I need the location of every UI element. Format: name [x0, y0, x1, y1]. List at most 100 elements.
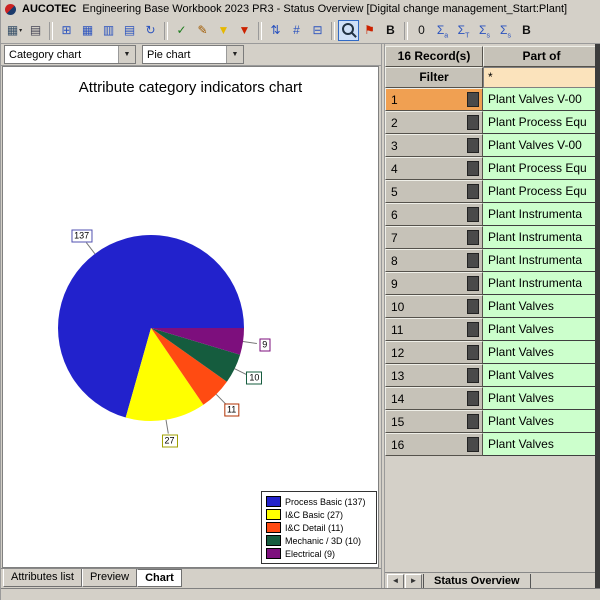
sum-table-icon[interactable]: ΣT [453, 20, 474, 41]
part-of-cell[interactable]: Plant Valves [483, 295, 600, 318]
table-rows-icon[interactable]: ▤ [119, 20, 140, 41]
part-of-cell[interactable]: Plant Valves [483, 387, 600, 410]
chart-style-combo[interactable]: Pie chart ▼ [142, 45, 244, 64]
table-link-icon[interactable]: ⊟ [307, 20, 328, 41]
part-of-cell[interactable]: Plant Valves V-00 [483, 134, 600, 157]
row-symbol-icon[interactable] [467, 437, 479, 452]
row-symbol-icon[interactable] [467, 138, 479, 153]
row-symbol-icon[interactable] [467, 276, 479, 291]
tab-chart[interactable]: Chart [137, 569, 182, 587]
legend-swatch [266, 535, 281, 546]
row-symbol-icon[interactable] [467, 345, 479, 360]
pie-value-label: 11 [224, 403, 239, 416]
row-header[interactable]: 2 [385, 111, 483, 134]
part-of-cell[interactable]: Plant Instrumenta [483, 226, 600, 249]
row-number: 1 [391, 93, 398, 107]
row-header[interactable]: 12 [385, 341, 483, 364]
tab-attributes-list[interactable]: Attributes list [3, 569, 82, 587]
row-header[interactable]: 3 [385, 134, 483, 157]
part-of-cell[interactable]: Plant Instrumenta [483, 249, 600, 272]
row-symbol-icon[interactable] [467, 115, 479, 130]
column-header-part-of[interactable]: Part of [483, 46, 600, 67]
renumber-icon[interactable]: # [286, 20, 307, 41]
part-of-cell[interactable]: Plant Valves [483, 341, 600, 364]
row-number: 4 [391, 162, 398, 176]
row-header[interactable]: 8 [385, 249, 483, 272]
table-panel: 16 Record(s) Part of Filter * 1 Plant Val… [385, 44, 600, 600]
row-symbol-icon[interactable] [467, 322, 479, 337]
pie-label-leader-line [235, 369, 248, 375]
sort-icon[interactable]: ⇅ [265, 20, 286, 41]
chevron-down-icon[interactable]: ▼ [118, 46, 135, 63]
part-of-cell[interactable]: Plant Valves [483, 364, 600, 387]
row-header[interactable]: 9 [385, 272, 483, 295]
validate-check-icon[interactable]: ✓ [171, 20, 192, 41]
part-of-cell[interactable]: Plant Process Equ [483, 157, 600, 180]
attachment-count-icon[interactable]: 0 [411, 20, 432, 41]
row-header[interactable]: 14 [385, 387, 483, 410]
part-of-cell[interactable]: Plant Valves [483, 433, 600, 456]
table-open-icon[interactable]: ▦ [77, 20, 98, 41]
row-header[interactable]: 10 [385, 295, 483, 318]
sum-attributes-icon[interactable]: Σa [432, 20, 453, 41]
status-bar [1, 588, 600, 600]
row-symbol-icon[interactable] [467, 184, 479, 199]
window-title: Engineering Base Workbook 2023 PR3 - Sta… [82, 3, 567, 15]
sum-sheet-icon[interactable]: Σs [495, 20, 516, 41]
filter-funnel-icon[interactable]: ▼ [213, 20, 234, 41]
part-of-cell[interactable]: Plant Process Equ [483, 111, 600, 134]
row-symbol-icon[interactable] [467, 230, 479, 245]
row-header[interactable]: 7 [385, 226, 483, 249]
tab-preview[interactable]: Preview [82, 569, 137, 587]
chart-legend: Process Basic (137)I&C Basic (27)I&C Det… [261, 491, 377, 564]
view-mode-icon[interactable]: ▦▾ [4, 20, 25, 41]
row-header[interactable]: 15 [385, 410, 483, 433]
bold-format-2-icon[interactable]: B [516, 20, 537, 41]
row-header[interactable]: 11 [385, 318, 483, 341]
table-columns-icon[interactable]: ▥ [98, 20, 119, 41]
table-refresh-icon[interactable]: ↻ [140, 20, 161, 41]
row-symbol-icon[interactable] [467, 161, 479, 176]
table-row: 6Plant Instrumenta [385, 203, 600, 226]
bold-format-icon[interactable]: B [380, 20, 401, 41]
legend-label: I&C Basic (27) [285, 510, 343, 520]
table-row: 16Plant Valves [385, 433, 600, 456]
part-of-cell[interactable]: Plant Process Equ [483, 180, 600, 203]
row-symbol-icon[interactable] [467, 253, 479, 268]
row-number: 13 [391, 369, 404, 383]
part-of-cell[interactable]: Plant Instrumenta [483, 272, 600, 295]
print-icon[interactable]: ▤ [25, 20, 46, 41]
toolbar-separator [49, 22, 53, 40]
row-header[interactable]: 6 [385, 203, 483, 226]
filter-header[interactable]: Filter [385, 67, 483, 88]
row-header[interactable]: 1 [385, 88, 483, 111]
row-header[interactable]: 13 [385, 364, 483, 387]
chevron-down-icon[interactable]: ▼ [226, 46, 243, 63]
row-header[interactable]: 5 [385, 180, 483, 203]
row-symbol-icon[interactable] [467, 414, 479, 429]
toolbar-separator [164, 22, 168, 40]
flag-marker-icon[interactable]: ⚑ [359, 20, 380, 41]
row-header[interactable]: 4 [385, 157, 483, 180]
row-symbol-icon[interactable] [467, 299, 479, 314]
sum-selection-icon[interactable]: Σs [474, 20, 495, 41]
part-of-cell[interactable]: Plant Valves [483, 318, 600, 341]
row-header[interactable]: 16 [385, 433, 483, 456]
part-of-cell[interactable]: Plant Valves [483, 410, 600, 433]
row-symbol-icon[interactable] [467, 368, 479, 383]
record-count-header[interactable]: 16 Record(s) [385, 46, 483, 67]
row-symbol-icon[interactable] [467, 391, 479, 406]
table-new-icon[interactable]: ⊞ [56, 20, 77, 41]
search-magnifier-icon[interactable] [338, 20, 359, 41]
table-row: 15Plant Valves [385, 410, 600, 433]
row-symbol-icon[interactable] [467, 92, 479, 107]
legend-label: Mechanic / 3D (10) [285, 536, 361, 546]
edit-pencil-icon[interactable]: ✎ [192, 20, 213, 41]
part-of-cell[interactable]: Plant Valves V-00 [483, 88, 600, 111]
chart-type-combo[interactable]: Category chart ▼ [4, 45, 136, 64]
row-symbol-icon[interactable] [467, 207, 479, 222]
filter-remove-icon[interactable]: ▼ [234, 20, 255, 41]
part-of-cell[interactable]: Plant Instrumenta [483, 203, 600, 226]
filter-value-cell[interactable]: * [483, 67, 600, 88]
table-row: 14Plant Valves [385, 387, 600, 410]
